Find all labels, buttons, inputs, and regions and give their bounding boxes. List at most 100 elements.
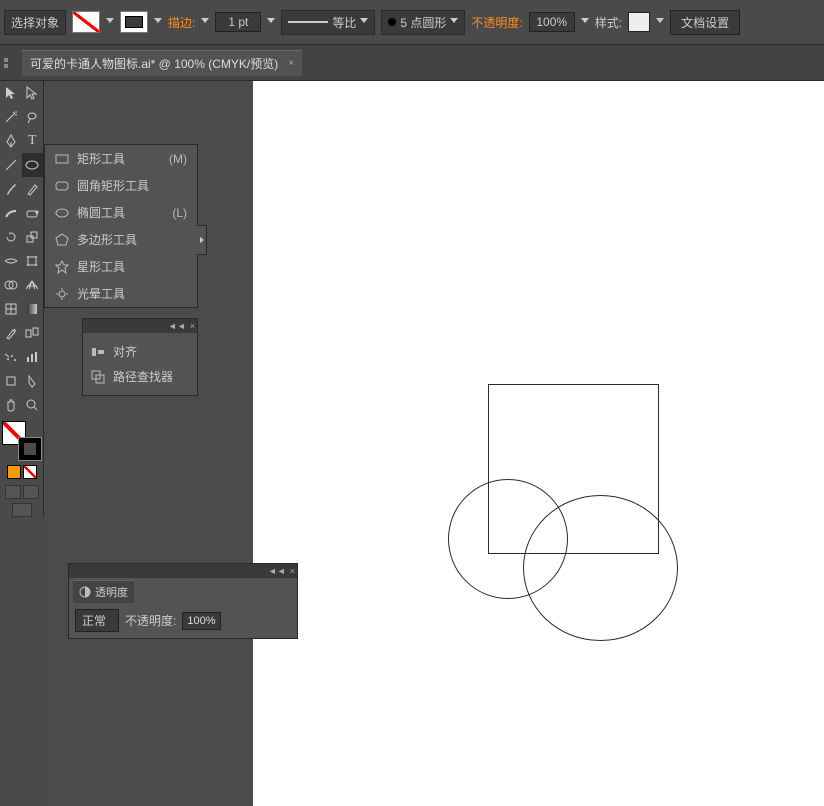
blob-brush-tool[interactable] xyxy=(0,201,22,225)
fill-dropdown-icon[interactable] xyxy=(106,18,114,26)
document-tab-bar: 可爱的卡通人物图标.ai* @ 100% (CMYK/预览) × xyxy=(0,45,824,81)
align-tab[interactable]: 对齐 xyxy=(89,339,191,364)
rectangle-tool-item[interactable]: 矩形工具 (M) xyxy=(45,145,197,172)
mesh-tool[interactable] xyxy=(0,297,22,321)
pencil-tool[interactable] xyxy=(22,177,44,201)
blend-mode-select[interactable]: 正常 xyxy=(75,609,119,632)
artboard-tool[interactable] xyxy=(0,369,22,393)
transparency-panel[interactable]: ◄◄× 透明度 正常 不透明度: 100% xyxy=(68,563,298,639)
pathfinder-tab[interactable]: 路径查找器 xyxy=(89,364,191,389)
rotate-tool[interactable] xyxy=(0,225,22,249)
align-icon xyxy=(91,346,105,358)
stroke-dropdown-icon[interactable] xyxy=(154,18,162,26)
ellipse-icon xyxy=(55,206,69,220)
tab-title: 可爱的卡通人物图标.ai* @ 100% (CMYK/预览) xyxy=(30,55,278,72)
collapse-icon[interactable]: ◄◄ xyxy=(168,322,186,331)
selection-label: 选择对象 xyxy=(11,14,59,31)
stroke-label: 描边: xyxy=(168,14,195,31)
selection-tool[interactable] xyxy=(0,81,22,105)
stroke-color-swatch[interactable] xyxy=(18,437,42,461)
free-transform-tool[interactable] xyxy=(22,249,44,273)
flare-icon xyxy=(55,287,69,301)
opacity-input[interactable]: 100% xyxy=(529,12,575,32)
item-label: 光晕工具 xyxy=(77,285,125,302)
zoom-tool[interactable] xyxy=(22,393,44,417)
flyout-tearoff-handle[interactable] xyxy=(197,225,207,255)
profile-dropdown[interactable]: 等比 xyxy=(281,10,375,35)
symbol-sprayer-tool[interactable] xyxy=(0,345,22,369)
flare-tool-item[interactable]: 光晕工具 xyxy=(45,280,197,307)
opacity-label: 不透明度: xyxy=(471,14,522,31)
eraser-tool[interactable] xyxy=(22,201,44,225)
chevron-down-icon xyxy=(360,18,368,26)
close-icon[interactable]: × xyxy=(190,322,195,331)
pathfinder-icon xyxy=(91,370,105,384)
screen-mode-normal[interactable] xyxy=(5,485,21,499)
fill-stroke-swatches[interactable] xyxy=(2,421,42,461)
pen-tool[interactable] xyxy=(0,129,22,153)
style-swatch[interactable] xyxy=(628,12,650,32)
direct-selection-tool[interactable] xyxy=(22,81,44,105)
type-tool[interactable]: T xyxy=(22,129,44,153)
gradient-tool[interactable] xyxy=(22,297,44,321)
star-icon xyxy=(55,260,69,274)
stroke-weight-dropdown-icon[interactable] xyxy=(267,18,275,26)
stroke-weight-link-icon[interactable] xyxy=(201,18,209,26)
stroke-weight-input[interactable]: 1 pt xyxy=(215,12,261,32)
polygon-tool-item[interactable]: 多边形工具 xyxy=(45,226,197,253)
magic-wand-tool[interactable] xyxy=(0,105,22,129)
panel-header[interactable]: ◄◄ × xyxy=(83,319,197,333)
last-color-swatch[interactable] xyxy=(7,465,21,479)
item-label: 多边形工具 xyxy=(77,231,137,248)
selection-info[interactable]: 选择对象 xyxy=(4,10,66,35)
document-setup-button[interactable]: 文档设置 xyxy=(670,10,740,35)
rounded-rectangle-tool-item[interactable]: 圆角矩形工具 xyxy=(45,172,197,199)
perspective-grid-tool[interactable] xyxy=(22,273,44,297)
fill-swatch[interactable] xyxy=(72,11,100,33)
style-dropdown-icon[interactable] xyxy=(656,18,664,26)
pathfinder-label: 路径查找器 xyxy=(113,368,173,385)
item-shortcut: (L) xyxy=(172,206,187,220)
item-label: 圆角矩形工具 xyxy=(77,177,149,194)
shape-tool[interactable] xyxy=(22,153,44,177)
ellipse-tool-item[interactable]: 椭圆工具 (L) xyxy=(45,199,197,226)
collapse-icon[interactable]: ◄◄ xyxy=(268,567,286,576)
opacity-dropdown-icon[interactable] xyxy=(581,18,589,26)
chevron-down-icon xyxy=(450,18,458,26)
align-label: 对齐 xyxy=(113,343,137,360)
graph-tool[interactable] xyxy=(22,345,44,369)
item-label: 星形工具 xyxy=(77,258,125,275)
tab-drag-handle[interactable] xyxy=(4,58,18,68)
paintbrush-tool[interactable] xyxy=(0,177,22,201)
item-label: 椭圆工具 xyxy=(77,204,125,221)
style-label: 样式: xyxy=(595,14,622,31)
shape-tool-flyout: 矩形工具 (M) 圆角矩形工具 椭圆工具 (L) 多边形工具 星形工具 光晕工具 xyxy=(44,144,198,308)
ellipse-shape-2[interactable] xyxy=(523,495,678,641)
close-icon[interactable]: × xyxy=(290,567,295,576)
item-label: 矩形工具 xyxy=(77,150,125,167)
scale-tool[interactable] xyxy=(22,225,44,249)
hand-tool[interactable] xyxy=(0,393,22,417)
blend-tool[interactable] xyxy=(22,321,44,345)
screen-mode-dropdown[interactable] xyxy=(23,485,39,499)
line-tool[interactable] xyxy=(0,153,22,177)
eyedropper-tool[interactable] xyxy=(0,321,22,345)
change-screen-mode[interactable] xyxy=(12,503,32,517)
panel-header[interactable]: ◄◄ × xyxy=(69,564,297,578)
none-swatch[interactable] xyxy=(23,465,37,479)
slice-tool[interactable] xyxy=(22,369,44,393)
shape-builder-tool[interactable] xyxy=(0,273,22,297)
align-pathfinder-panel[interactable]: ◄◄ × 对齐 路径查找器 xyxy=(82,318,198,396)
document-tab[interactable]: 可爱的卡通人物图标.ai* @ 100% (CMYK/预览) × xyxy=(22,50,302,76)
width-tool[interactable] xyxy=(0,249,22,273)
star-tool-item[interactable]: 星形工具 xyxy=(45,253,197,280)
brush-dropdown[interactable]: 5 点圆形 xyxy=(381,10,465,35)
control-bar: 选择对象 描边: 1 pt 等比 5 点圆形 不透明度: 100% 样式: 文档… xyxy=(0,0,824,45)
tab-close-button[interactable]: × xyxy=(288,58,294,69)
profile-label: 等比 xyxy=(332,14,356,31)
opacity-value-input[interactable]: 100% xyxy=(182,612,220,630)
blend-mode-value: 正常 xyxy=(82,612,106,629)
lasso-tool[interactable] xyxy=(22,105,44,129)
transparency-tab[interactable]: 透明度 xyxy=(73,580,134,603)
stroke-swatch[interactable] xyxy=(120,11,148,33)
